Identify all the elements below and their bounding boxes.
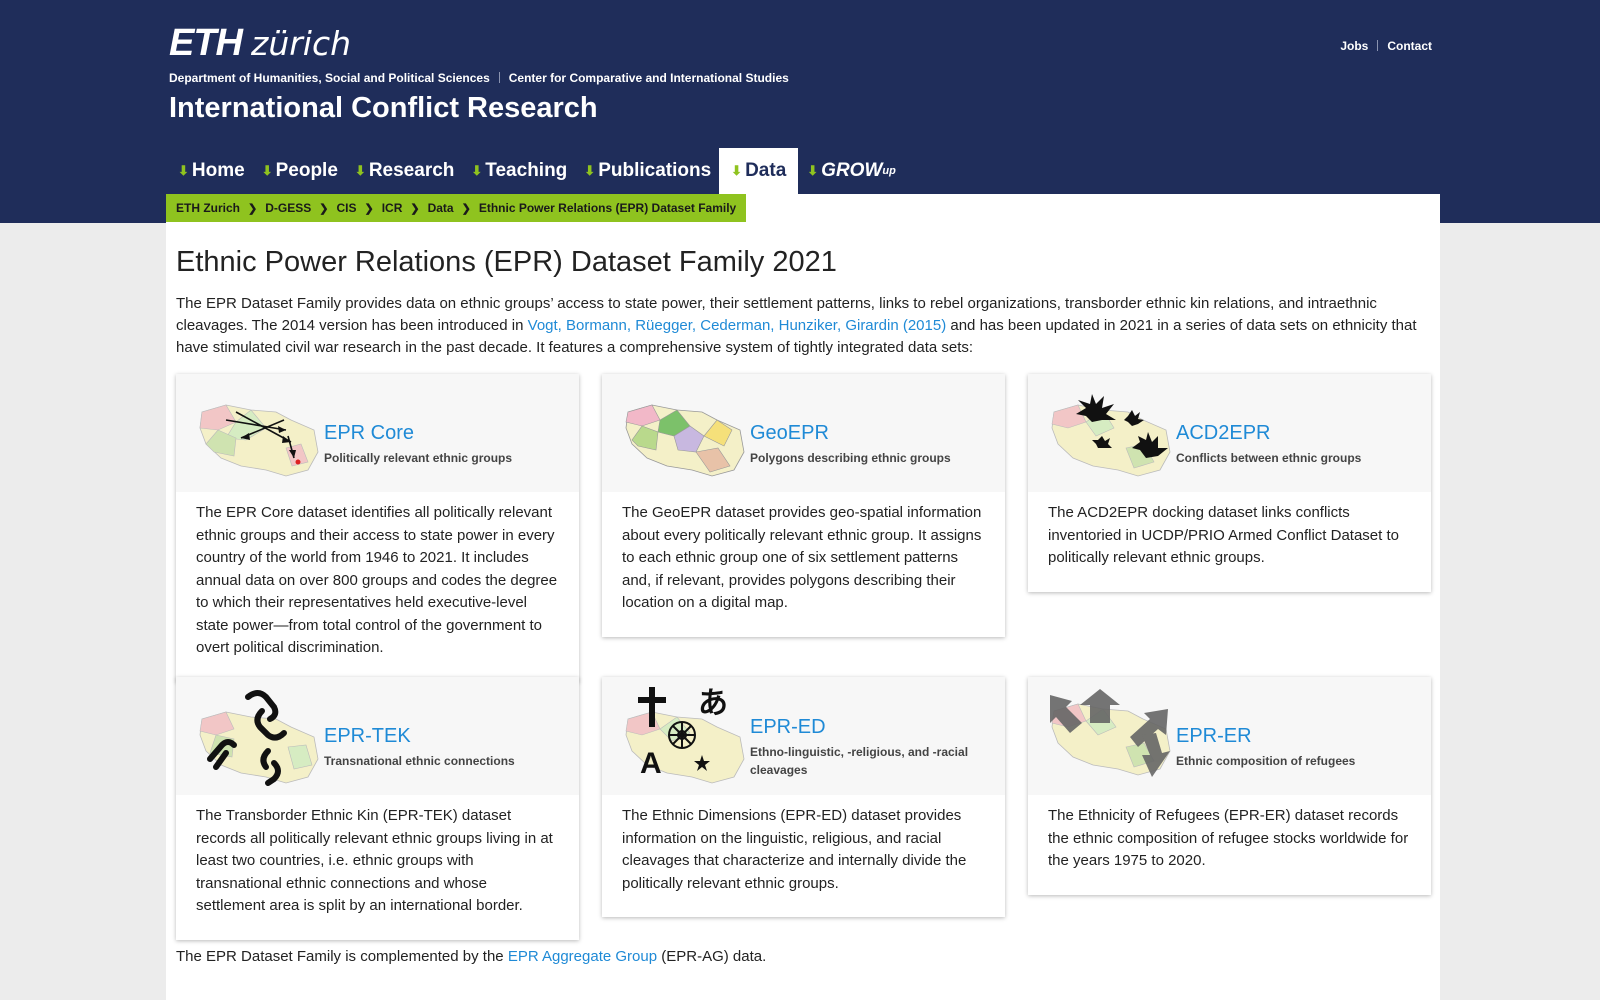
dataset-card-acd2epr: ACD2EPR Conflicts between ethnic groups … [1028, 374, 1431, 592]
nav-item-people[interactable]: ⬇ People [253, 148, 346, 194]
breadcrumb-data[interactable]: Data [428, 201, 454, 215]
card-title[interactable]: EPR-ER [1176, 725, 1252, 748]
chevron-right-icon: ❯ [364, 202, 374, 215]
nav-label: GROW [821, 160, 883, 181]
jobs-link[interactable]: Jobs [1340, 39, 1368, 53]
site-title[interactable]: International Conflict Research [169, 92, 598, 125]
arrow-down-icon: ⬇ [807, 163, 819, 178]
chevron-right-icon: ❯ [319, 202, 329, 215]
arrow-down-icon: ⬇ [584, 163, 596, 178]
department-links: Department of Humanities, Social and Pol… [169, 71, 789, 85]
logo-zurich-text: zürich [251, 24, 352, 63]
breadcrumb: ETH Zurich ❯ D-GESS ❯ CIS ❯ ICR ❯ Data ❯… [166, 194, 747, 222]
card-header: あ A EPR-ED Ethno-linguistic, -religious,… [602, 677, 1005, 795]
dataset-card-epr-core: EPR Core Politically relevant ethnic gro… [176, 374, 579, 682]
card-subtitle: Polygons describing ethnic groups [750, 451, 951, 465]
card-header: EPR Core Politically relevant ethnic gro… [176, 374, 579, 492]
card-subtitle: Politically relevant ethnic groups [324, 451, 513, 465]
card-subtitle: Conflicts between ethnic groups [1176, 451, 1362, 465]
arrow-down-icon: ⬇ [471, 163, 483, 178]
footer-paragraph: The EPR Dataset Family is complemented b… [176, 948, 766, 965]
arrows-map-icon[interactable] [196, 400, 322, 480]
main-navigation: ⬇ Home ⬇ People ⬇ Research ⬇ Teaching ⬇ Publi… [169, 148, 904, 194]
nav-item-teaching[interactable]: ⬇ Teaching [462, 148, 575, 194]
card-header: GeoEPR Polygons describing ethnic groups [602, 374, 1005, 492]
site-header: ETH zürich Department of Humanities, Soc… [0, 0, 1600, 223]
arrow-down-icon: ⬇ [178, 163, 189, 178]
arrow-down-icon: ⬇ [261, 163, 273, 178]
nav-label-sup: up [882, 165, 896, 177]
contact-link[interactable]: Contact [1387, 39, 1432, 53]
nav-label: Home [191, 160, 245, 181]
nav-item-publications[interactable]: ⬇ Publications [575, 148, 719, 194]
dataset-card-geoepr: GeoEPR Polygons describing ethnic groups… [602, 374, 1005, 637]
breadcrumb-icr[interactable]: ICR [382, 201, 403, 215]
chevron-right-icon: ❯ [248, 202, 258, 215]
arrow-down-icon: ⬇ [354, 163, 366, 178]
chain-map-icon[interactable] [196, 687, 322, 787]
main-content: ETH Zurich ❯ D-GESS ❯ CIS ❯ ICR ❯ Data ❯… [166, 194, 1440, 1000]
page-title: Ethnic Power Relations (EPR) Dataset Fam… [176, 246, 837, 278]
breadcrumb-eth-zurich[interactable]: ETH Zurich [176, 201, 240, 215]
card-header: ACD2EPR Conflicts between ethnic groups [1028, 374, 1431, 492]
nav-item-growup[interactable]: ⬇ GROW up [798, 148, 904, 194]
nav-label: Publications [598, 160, 712, 181]
card-title[interactable]: EPR Core [324, 422, 414, 445]
chevron-right-icon: ❯ [410, 202, 420, 215]
explosion-map-icon[interactable] [1048, 392, 1174, 480]
dataset-card-epr-tek: EPR-TEK Transnational ethnic connections… [176, 677, 579, 940]
card-description: The Ethnic Dimensions (EPR-ED) dataset p… [622, 807, 967, 892]
card-description: The ACD2EPR docking dataset links confli… [1048, 504, 1399, 566]
polygon-map-icon[interactable] [622, 400, 748, 480]
card-subtitle: Ethno-linguistic, -religious, and -racia… [750, 745, 969, 777]
card-title[interactable]: GeoEPR [750, 422, 829, 445]
symbols-map-icon[interactable]: あ A [622, 685, 748, 789]
card-header: EPR-ER Ethnic composition of refugees [1028, 677, 1431, 795]
card-header: EPR-TEK Transnational ethnic connections [176, 677, 579, 795]
footer-text: (EPR-AG) data. [657, 948, 767, 965]
svg-text:あ: あ [698, 686, 728, 721]
nav-item-research[interactable]: ⬇ Research [346, 148, 462, 194]
nav-label: Data [745, 160, 787, 181]
intro-paragraph: The EPR Dataset Family provides data on … [176, 293, 1420, 359]
dept-link-humanities[interactable]: Department of Humanities, Social and Pol… [169, 71, 490, 85]
card-description: The Transborder Ethnic Kin (EPR-TEK) dat… [196, 807, 553, 914]
dataset-card-epr-ed: あ A EPR-ED Ethno-linguistic, -religious,… [602, 677, 1005, 917]
refugee-arrows-map-icon[interactable] [1048, 689, 1174, 779]
divider [1377, 40, 1379, 51]
card-title[interactable]: EPR-TEK [324, 725, 411, 748]
nav-label: Research [368, 160, 455, 181]
epr-aggregate-group-link[interactable]: EPR Aggregate Group [508, 948, 657, 965]
card-description: The Ethnicity of Refugees (EPR-ER) datas… [1048, 807, 1409, 869]
card-description: The EPR Core dataset identifies all poli… [196, 504, 558, 656]
card-subtitle: Transnational ethnic connections [324, 754, 515, 768]
breadcrumb-cis[interactable]: CIS [336, 201, 356, 215]
breadcrumb-current: Ethnic Power Relations (EPR) Dataset Fam… [478, 201, 737, 215]
divider [498, 72, 500, 83]
vogt-2015-link[interactable]: Vogt, Bormann, Rüegger, Cederman, Hunzik… [528, 317, 947, 334]
arrow-down-icon: ⬇ [731, 163, 743, 178]
card-description: The GeoEPR dataset provides geo-spatial … [622, 504, 982, 611]
eth-logo[interactable]: ETH zürich [169, 22, 369, 64]
card-title[interactable]: EPR-ED [750, 716, 826, 739]
svg-text:A: A [640, 747, 662, 780]
dept-link-cis[interactable]: Center for Comparative and International… [509, 71, 789, 85]
dataset-card-epr-er: EPR-ER Ethnic composition of refugees Th… [1028, 677, 1431, 895]
card-subtitle: Ethnic composition of refugees [1176, 754, 1356, 768]
nav-label: Teaching [485, 160, 568, 181]
nav-item-home[interactable]: ⬇ Home [169, 148, 253, 194]
card-title[interactable]: ACD2EPR [1176, 422, 1270, 445]
chevron-right-icon: ❯ [461, 202, 471, 215]
nav-item-data[interactable]: ⬇ Data [719, 148, 799, 194]
footer-text: The EPR Dataset Family is complemented b… [176, 948, 508, 965]
nav-label: People [275, 160, 338, 181]
logo-eth-text: ETH [169, 22, 243, 64]
breadcrumb-d-gess[interactable]: D-GESS [265, 201, 311, 215]
meta-nav: Jobs Contact [1340, 39, 1432, 53]
